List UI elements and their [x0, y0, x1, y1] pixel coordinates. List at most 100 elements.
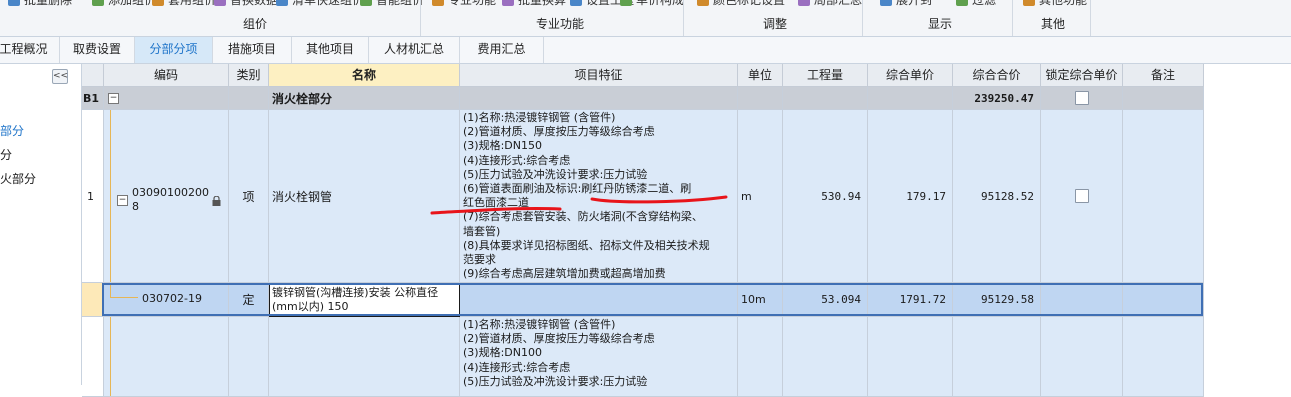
- total-price-cell[interactable]: 95129.58: [953, 283, 1041, 317]
- tab-other-items[interactable]: 其他项目: [292, 37, 369, 63]
- ribbon-button-icon: [92, 0, 104, 6]
- remarks-cell[interactable]: [1123, 283, 1204, 317]
- features-cell[interactable]: [460, 283, 738, 317]
- grid-empty-area: [1204, 64, 1291, 385]
- code-text: 03090100200 8: [132, 186, 209, 213]
- quantity-cell[interactable]: 53.094: [783, 283, 868, 317]
- header-remarks[interactable]: 备注: [1123, 64, 1204, 87]
- ribbon-button[interactable]: 单价构成: [620, 0, 684, 8]
- ribbon-button[interactable]: 专业功能: [432, 0, 496, 8]
- ribbon-button-label: 专业功能: [448, 0, 497, 7]
- quantity-cell[interactable]: [783, 317, 868, 397]
- features-cell[interactable]: (1)名称:热浸镀锌钢管 (含管件) (2)管道材质、厚度按压力等级综合考虑 (…: [460, 317, 738, 397]
- collapse-panel-button[interactable]: <<: [52, 69, 68, 84]
- ribbon-button[interactable]: 套用组价: [152, 0, 216, 8]
- total-price-cell[interactable]: [953, 317, 1041, 397]
- name-cell[interactable]: 消火栓部分: [269, 87, 460, 110]
- tab-measures[interactable]: 措施项目: [213, 37, 292, 63]
- total-price-cell[interactable]: 239250.47: [953, 87, 1041, 110]
- ribbon-button-label: 局部汇总: [814, 0, 863, 7]
- ribbon-button[interactable]: 颜色标记设置: [697, 0, 785, 8]
- unit-price-cell[interactable]: [868, 317, 953, 397]
- ribbon-button-icon: [697, 0, 709, 6]
- ribbon-button[interactable]: 过滤: [956, 0, 996, 8]
- header-lock-unit-price[interactable]: 锁定综合单价: [1041, 64, 1123, 87]
- unit-price-cell[interactable]: 179.17: [868, 110, 953, 283]
- ribbon-button[interactable]: 展开到: [880, 0, 932, 8]
- lock-price-checkbox[interactable]: [1074, 91, 1089, 105]
- code-cell[interactable]: [104, 317, 229, 397]
- header-features[interactable]: 项目特征: [460, 64, 738, 87]
- header-unit-price[interactable]: 综合单价: [868, 64, 953, 87]
- remarks-cell[interactable]: [1123, 317, 1204, 397]
- tree-item-division[interactable]: 分: [0, 146, 12, 163]
- name-cell[interactable]: [269, 317, 460, 397]
- header-name[interactable]: 名称: [269, 64, 460, 87]
- ribbon-button[interactable]: 其他功能: [1023, 0, 1087, 8]
- code-cell[interactable]: −: [104, 87, 229, 110]
- ribbon-button[interactable]: 局部汇总: [798, 0, 862, 8]
- remarks-cell[interactable]: [1123, 87, 1204, 110]
- ribbon-button[interactable]: 智能组价: [360, 0, 424, 8]
- unit-price-cell[interactable]: [868, 87, 953, 110]
- unit-price-cell[interactable]: 1791.72: [868, 283, 953, 317]
- type-cell[interactable]: 项: [229, 110, 269, 283]
- ribbon-separator: [683, 0, 684, 36]
- unit-cell[interactable]: m: [738, 110, 783, 283]
- quantity-cell[interactable]: [783, 87, 868, 110]
- division-tree-panel: << 部分 分 火部分: [0, 64, 82, 385]
- type-cell[interactable]: 定: [229, 283, 269, 317]
- type-cell[interactable]: [229, 317, 269, 397]
- header-unit[interactable]: 单位: [738, 64, 783, 87]
- tree-item-division[interactable]: 部分: [0, 122, 24, 139]
- code-text: 030702-19: [142, 292, 202, 305]
- ribbon-button[interactable]: 清单快速组价: [276, 0, 364, 8]
- unit-cell[interactable]: 10m: [738, 283, 783, 317]
- total-price-cell[interactable]: 95128.52: [953, 110, 1041, 283]
- code-cell[interactable]: 030702-19: [104, 283, 229, 317]
- ribbon-group-label: 专业功能: [535, 17, 584, 31]
- header-type[interactable]: 类别: [229, 64, 269, 87]
- ribbon-button[interactable]: 批量换算: [502, 0, 566, 8]
- code-cell[interactable]: − 03090100200 8: [104, 110, 229, 283]
- ribbon-button-label: 过滤: [972, 0, 997, 7]
- quantity-cell[interactable]: 530.94: [783, 110, 868, 283]
- header-total-price[interactable]: 综合合价: [953, 64, 1041, 87]
- header-quantity[interactable]: 工程量: [783, 64, 868, 87]
- ribbon-button-label: 智能组价: [376, 0, 425, 7]
- collapse-icon[interactable]: −: [117, 195, 128, 206]
- header-code[interactable]: 编码: [104, 64, 229, 87]
- ribbon-button-icon: [360, 0, 372, 6]
- ribbon-button-icon: [214, 0, 226, 6]
- unit-cell[interactable]: [738, 317, 783, 397]
- ribbon-button-label: 添加组价: [108, 0, 157, 7]
- lock-icon: [212, 196, 221, 206]
- unit-cell[interactable]: [738, 87, 783, 110]
- ribbon-button-label: 清单快速组价: [292, 0, 365, 7]
- row-number-cell: [82, 283, 104, 317]
- ribbon-group-label: 其他: [1040, 17, 1065, 31]
- ribbon-button-icon: [1023, 0, 1035, 6]
- tree-item-division[interactable]: 火部分: [0, 170, 36, 187]
- tab-fee-settings[interactable]: 取费设置: [60, 37, 135, 63]
- ribbon-button-icon: [502, 0, 514, 6]
- ribbon-group-label: 显示: [927, 17, 952, 31]
- collapse-icon[interactable]: −: [108, 92, 119, 104]
- ribbon-button[interactable]: 添加组价: [92, 0, 156, 8]
- lock-price-checkbox[interactable]: [1074, 189, 1089, 203]
- type-cell[interactable]: [229, 87, 269, 110]
- tab-project-overview[interactable]: 工程概况: [0, 37, 60, 63]
- name-cell[interactable]: 消火栓钢管: [269, 110, 460, 283]
- row-number-cell: 1: [82, 110, 104, 283]
- tab-sub-items[interactable]: 分部分项: [135, 37, 213, 63]
- features-cell[interactable]: (1)名称:热浸镀锌钢管 (含管件) (2)管道材质、厚度按压力等级综合考虑 (…: [460, 110, 738, 283]
- ribbon-button[interactable]: 批量删除: [8, 0, 72, 8]
- tab-labor-material-summary[interactable]: 人材机汇总: [369, 37, 460, 63]
- ribbon-button[interactable]: 替换数据: [214, 0, 278, 8]
- remarks-cell[interactable]: [1123, 110, 1204, 283]
- name-cell-editing[interactable]: 镀锌钢管(沟槽连接)安装 公称直径 (mm以内) 150: [269, 283, 460, 317]
- tab-cost-summary[interactable]: 费用汇总: [460, 37, 544, 63]
- ribbon-group-label: 组价: [242, 17, 267, 31]
- features-cell[interactable]: [460, 87, 738, 110]
- ribbon-separator: [420, 0, 421, 36]
